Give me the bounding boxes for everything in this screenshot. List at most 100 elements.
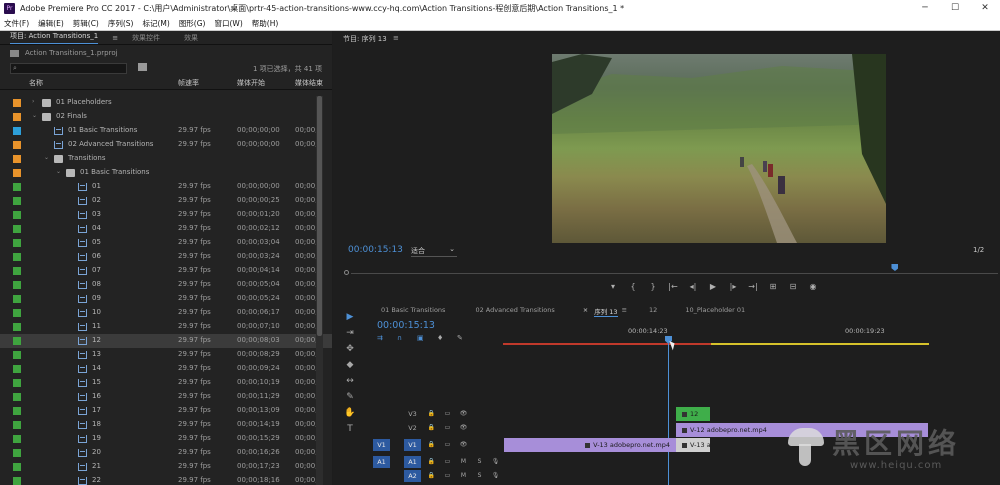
label-color-swatch[interactable] bbox=[13, 155, 21, 163]
track-button[interactable]: 👁 bbox=[458, 440, 469, 450]
tab-effect-controls[interactable]: 效果控件 bbox=[132, 33, 160, 43]
label-color-swatch[interactable] bbox=[13, 267, 21, 275]
table-row[interactable]: 09 29.97 fps 00;00;05;24 00;00;0 bbox=[0, 292, 332, 306]
table-row[interactable]: ⌄ 01 Basic Transitions bbox=[0, 166, 332, 180]
close-button[interactable]: ✕ bbox=[970, 0, 1000, 17]
step-back-button[interactable]: ◂| bbox=[683, 282, 703, 291]
linked-selection-icon[interactable]: ∩ bbox=[397, 334, 417, 342]
track-button[interactable]: 🎙 bbox=[490, 457, 501, 467]
program-title[interactable]: 节目: 序列 13 bbox=[343, 34, 387, 44]
track-select-tool-icon[interactable]: ⇥ bbox=[344, 327, 356, 339]
mark-in-button[interactable]: { bbox=[623, 282, 643, 291]
track-button[interactable]: 🔒 bbox=[426, 440, 437, 450]
tab-sequence-13[interactable]: 序列 13 bbox=[594, 306, 618, 317]
ripple-edit-tool-icon[interactable]: ✥ bbox=[344, 343, 356, 355]
resolution-dropdown[interactable]: 1/2 bbox=[973, 246, 984, 254]
slip-tool-icon[interactable]: ↔ bbox=[344, 375, 356, 387]
label-color-swatch[interactable] bbox=[13, 323, 21, 331]
tab-basic-transitions[interactable]: 01 Basic Transitions bbox=[381, 306, 445, 317]
extract-button[interactable]: ⊟ bbox=[783, 282, 803, 291]
menu-sequence[interactable]: 序列(S) bbox=[108, 18, 134, 29]
table-row[interactable]: 15 29.97 fps 00;00;10;19 00;00;1 bbox=[0, 376, 332, 390]
track-button[interactable]: ▭ bbox=[442, 409, 453, 419]
label-color-swatch[interactable] bbox=[13, 113, 21, 121]
label-color-swatch[interactable] bbox=[13, 99, 21, 107]
track-button[interactable]: ▭ bbox=[442, 440, 453, 450]
table-row[interactable]: 17 29.97 fps 00;00;13;09 00;00;1 bbox=[0, 404, 332, 418]
track-button[interactable]: ▭ bbox=[442, 471, 453, 481]
project-scrollbar[interactable] bbox=[316, 96, 323, 485]
table-row[interactable]: 13 29.97 fps 00;00;08;29 00;00;0 bbox=[0, 348, 332, 362]
timeline-timecode[interactable]: 00:00:15:13 bbox=[377, 320, 435, 331]
menu-markers[interactable]: 标记(M) bbox=[142, 18, 169, 29]
track-button[interactable]: S bbox=[474, 457, 485, 467]
work-area-bar-yellow[interactable] bbox=[711, 343, 929, 345]
label-color-swatch[interactable] bbox=[13, 309, 21, 317]
table-row[interactable]: › 01 Placeholders bbox=[0, 96, 332, 110]
source-patch-v1[interactable]: V1 bbox=[373, 439, 390, 451]
label-color-swatch[interactable] bbox=[13, 351, 21, 359]
table-row[interactable]: 11 29.97 fps 00;00;07;10 00;00;0 bbox=[0, 320, 332, 334]
program-menu-icon[interactable]: ≡ bbox=[393, 34, 399, 42]
razor-tool-icon[interactable]: ◆ bbox=[344, 359, 356, 371]
track-button[interactable]: 👁 bbox=[458, 409, 469, 419]
column-media-start[interactable]: 媒体开始 bbox=[237, 78, 265, 88]
chevron-right-icon[interactable]: › bbox=[32, 98, 34, 105]
snap-icon[interactable]: ⇉ bbox=[377, 334, 397, 342]
source-patch-a1[interactable]: A1 bbox=[373, 456, 390, 468]
table-row[interactable]: 02 29.97 fps 00;00;00;25 00;00;0 bbox=[0, 194, 332, 208]
tab-placeholder-01[interactable]: 10_Placeholder 01 bbox=[685, 306, 745, 317]
program-scrubber[interactable] bbox=[343, 264, 998, 275]
tab-advanced-transitions[interactable]: 02 Advanced Transitions bbox=[475, 306, 554, 317]
lift-button[interactable]: ⊞ bbox=[763, 282, 783, 291]
label-color-swatch[interactable] bbox=[13, 225, 21, 233]
table-row[interactable]: 18 29.97 fps 00;00;14;19 00;00;1 bbox=[0, 418, 332, 432]
track-button[interactable]: 🔒 bbox=[426, 409, 437, 419]
label-color-swatch[interactable] bbox=[13, 435, 21, 443]
table-row[interactable]: 22 29.97 fps 00;00;18;16 00;00;1 bbox=[0, 474, 332, 485]
timeline-clip[interactable]: 12 bbox=[676, 407, 710, 421]
chevron-down-icon[interactable]: ⌄ bbox=[56, 168, 61, 175]
program-timecode[interactable]: 00:00:15:13 bbox=[348, 245, 403, 255]
track-button[interactable]: 🎙 bbox=[490, 471, 501, 481]
tab-close-icon[interactable]: × bbox=[583, 306, 588, 317]
source-patch-empty[interactable] bbox=[373, 422, 390, 434]
track-target-a1[interactable]: A1 bbox=[404, 456, 421, 468]
column-fps[interactable]: 帧速率 bbox=[178, 78, 199, 88]
timeline-clip[interactable]: V-13 a bbox=[676, 438, 710, 452]
mark-out-button[interactable]: } bbox=[643, 282, 663, 291]
work-area-bar-red[interactable] bbox=[503, 343, 711, 345]
table-row[interactable]: 06 29.97 fps 00;00;03;24 00;00;0 bbox=[0, 250, 332, 264]
label-color-swatch[interactable] bbox=[13, 407, 21, 415]
table-row[interactable]: ⌄ Transitions bbox=[0, 152, 332, 166]
label-color-swatch[interactable] bbox=[13, 365, 21, 373]
add-marker-button[interactable]: ▾ bbox=[603, 282, 623, 291]
type-tool-icon[interactable]: T bbox=[344, 423, 356, 435]
go-to-in-button[interactable]: |← bbox=[663, 282, 683, 291]
label-color-swatch[interactable] bbox=[13, 127, 21, 135]
tab-effects[interactable]: 效果 bbox=[184, 33, 198, 43]
new-bin-icon[interactable] bbox=[138, 63, 147, 71]
column-name[interactable]: 名称 bbox=[29, 78, 43, 88]
label-color-swatch[interactable] bbox=[13, 393, 21, 401]
table-row[interactable]: 04 29.97 fps 00;00;02;12 00;00;0 bbox=[0, 222, 332, 236]
label-color-swatch[interactable] bbox=[13, 421, 21, 429]
tab-sequence-12[interactable]: 12 bbox=[649, 306, 657, 317]
table-row[interactable]: 10 29.97 fps 00;00;06;17 00;00;0 bbox=[0, 306, 332, 320]
selection-tool-icon[interactable]: ▶ bbox=[344, 311, 356, 323]
track-button[interactable]: 🔒 bbox=[426, 457, 437, 467]
label-color-swatch[interactable] bbox=[13, 463, 21, 471]
label-color-swatch[interactable] bbox=[13, 183, 21, 191]
menu-edit[interactable]: 编辑(E) bbox=[38, 18, 64, 29]
chevron-down-icon[interactable]: ⌄ bbox=[32, 112, 37, 119]
table-row[interactable]: 14 29.97 fps 00;00;09;24 00;00;1 bbox=[0, 362, 332, 376]
go-to-out-button[interactable]: →| bbox=[743, 282, 763, 291]
settings-wrench-icon[interactable]: ✎ bbox=[457, 334, 477, 342]
hand-tool-icon[interactable]: ✋ bbox=[344, 407, 356, 419]
chevron-down-icon[interactable]: ⌄ bbox=[44, 154, 49, 161]
table-row[interactable]: 19 29.97 fps 00;00;15;29 00;00;1 bbox=[0, 432, 332, 446]
nest-icon[interactable]: ▣ bbox=[417, 334, 437, 342]
tab-project[interactable]: 项目: Action Transitions_1 bbox=[10, 31, 99, 44]
label-color-swatch[interactable] bbox=[13, 295, 21, 303]
table-row[interactable]: 02 Advanced Transitions 29.97 fps 00;00;00… bbox=[0, 138, 332, 152]
